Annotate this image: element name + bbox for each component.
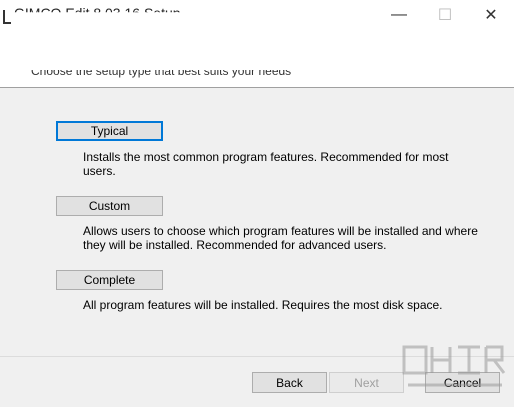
custom-button[interactable]: Custom [56,196,163,216]
maximize-button[interactable]: ☐ [422,0,468,30]
minimize-icon: — [391,6,407,23]
next-button[interactable]: Next [329,372,404,393]
title-bar: GIMCO Edit 8.03.16 Setup — ☐ ✕ [0,0,514,30]
minimize-button[interactable]: — [376,0,422,30]
maximize-icon: ☐ [437,7,453,24]
setup-type-panel: Typical Installs the most common program… [0,88,514,356]
cancel-button[interactable]: Cancel [425,372,500,393]
window-title: GIMCO Edit 8.03.16 Setup [14,5,181,21]
custom-description: Allows users to choose which program fea… [83,224,478,252]
back-button[interactable]: Back [252,372,327,393]
close-button[interactable]: ✕ [468,0,514,30]
typical-button[interactable]: Typical [56,121,163,141]
wizard-footer: Back Next Cancel [0,356,514,407]
complete-button[interactable]: Complete [56,270,163,290]
header-subtitle: Choose the setup type that best suits yo… [27,60,295,78]
complete-description: All program features will be installed. … [83,298,443,312]
close-icon: ✕ [484,7,498,24]
typical-description: Installs the most common program feature… [83,150,449,178]
installer-app-icon [3,10,11,24]
wizard-header: Choose the setup type that best suits yo… [0,30,514,88]
